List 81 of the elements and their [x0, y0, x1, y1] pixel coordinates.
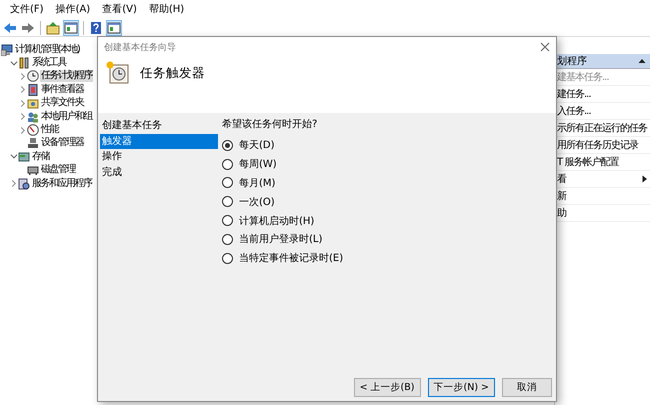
wizard-button[interactable]: 取消: [502, 378, 552, 397]
radio-label: 当特定事件被记录时(E): [239, 252, 344, 266]
clock-icon: [27, 70, 39, 82]
expand-icon[interactable]: [19, 85, 27, 94]
radio-button[interactable]: [222, 234, 233, 245]
expand-icon[interactable]: [10, 179, 18, 188]
expand-icon[interactable]: [19, 98, 27, 108]
actions-header-title: 划程序: [557, 54, 587, 68]
toolbar-button[interactable]: [106, 20, 122, 36]
radio-button[interactable]: [222, 215, 233, 226]
expand-icon[interactable]: [19, 112, 27, 122]
tree-item[interactable]: 本地用户和组: [40, 110, 93, 123]
wizard-heading: 任务触发器: [140, 64, 205, 82]
tools-icon: [18, 57, 30, 70]
radio-button[interactable]: [222, 140, 233, 151]
action-link[interactable]: T 服务帐户配置: [557, 155, 618, 169]
wizard-step[interactable]: 操作: [100, 149, 218, 164]
users-icon: [27, 110, 39, 123]
menu-item[interactable]: 帮助(H): [142, 3, 190, 17]
action-link[interactable]: 用所有任务历史记录: [557, 138, 638, 152]
help-icon: [89, 21, 103, 35]
menu-item[interactable]: 查看(V): [96, 3, 143, 17]
tree-item[interactable]: 存储: [31, 150, 50, 163]
radio-label: 每月(M): [239, 176, 276, 190]
log-icon: [27, 84, 39, 96]
toolbar-button[interactable]: [63, 20, 79, 36]
wizard-button[interactable]: 下一步(N) >: [428, 378, 495, 397]
menu-item[interactable]: 文件(F): [4, 3, 50, 17]
clock-icon: [106, 61, 130, 85]
radio-label: 当前用户登录时(L): [239, 232, 322, 246]
collapse-icon: [638, 58, 646, 64]
wizard-step[interactable]: 创建基本任务: [100, 118, 218, 134]
actions-header[interactable]: 划程序: [555, 54, 650, 69]
panel-icon: [107, 21, 121, 35]
radio-label: 计算机启动时(H): [239, 214, 314, 228]
computer-icon: [1, 44, 13, 56]
radio-button[interactable]: [222, 158, 233, 170]
tree-item[interactable]: 服务和应用程序: [31, 178, 92, 190]
tree-item[interactable]: 任务计划程序: [40, 70, 93, 82]
action-link[interactable]: 新: [557, 189, 566, 203]
services-icon: [18, 178, 30, 190]
action-link[interactable]: 看: [557, 172, 566, 186]
tree-item[interactable]: 计算机管理(本地): [14, 44, 80, 56]
gauge-icon: [27, 124, 39, 136]
shared-folder-icon: [27, 97, 39, 110]
toolbar-button[interactable]: [2, 20, 18, 36]
tree-item[interactable]: 事件查看器: [40, 84, 84, 96]
radio-button[interactable]: [222, 196, 233, 208]
back-icon: [3, 21, 17, 35]
tree-item[interactable]: 性能: [40, 124, 59, 136]
radio-label: 每周(W): [239, 158, 277, 172]
radio-button[interactable]: [222, 252, 233, 264]
tree-item[interactable]: 共享文件夹: [40, 97, 84, 110]
forward-icon: [21, 21, 35, 35]
prompt-text: 希望该任务何时开始?: [222, 118, 318, 132]
action-link[interactable]: 助: [557, 206, 566, 220]
radio-label: 一次(O): [239, 196, 275, 209]
expand-icon[interactable]: [19, 126, 27, 135]
wizard-step[interactable]: 完成: [100, 164, 218, 180]
collapse-icon[interactable]: [10, 58, 18, 68]
action-link[interactable]: 建任务...: [557, 87, 591, 101]
storage-icon: [18, 150, 30, 163]
tree-item[interactable]: 设备管理器: [40, 137, 84, 150]
menu-item[interactable]: 操作(A): [50, 3, 96, 17]
tree-item[interactable]: 系统工具: [31, 57, 67, 70]
folder-up-icon: [46, 21, 60, 35]
toolbar-button[interactable]: [20, 20, 36, 36]
wizard-button[interactable]: < 上一步(B): [354, 378, 420, 397]
toolbar-button[interactable]: [88, 20, 104, 36]
close-icon[interactable]: [540, 42, 550, 52]
radio-button[interactable]: [222, 177, 233, 188]
panel-icon: [64, 21, 78, 35]
tree-item[interactable]: 磁盘管理: [40, 164, 76, 176]
radio-label: 每天(D): [239, 139, 275, 152]
dialog-title: 创建基本任务向导: [104, 42, 176, 54]
toolbar-button[interactable]: [45, 20, 61, 36]
action-link[interactable]: 示所有正在运行的任务: [557, 121, 647, 135]
expand-icon[interactable]: [19, 72, 27, 81]
action-link[interactable]: 入任务...: [557, 104, 591, 118]
wizard-step[interactable]: 触发器: [100, 134, 218, 149]
device-icon: [27, 137, 39, 150]
